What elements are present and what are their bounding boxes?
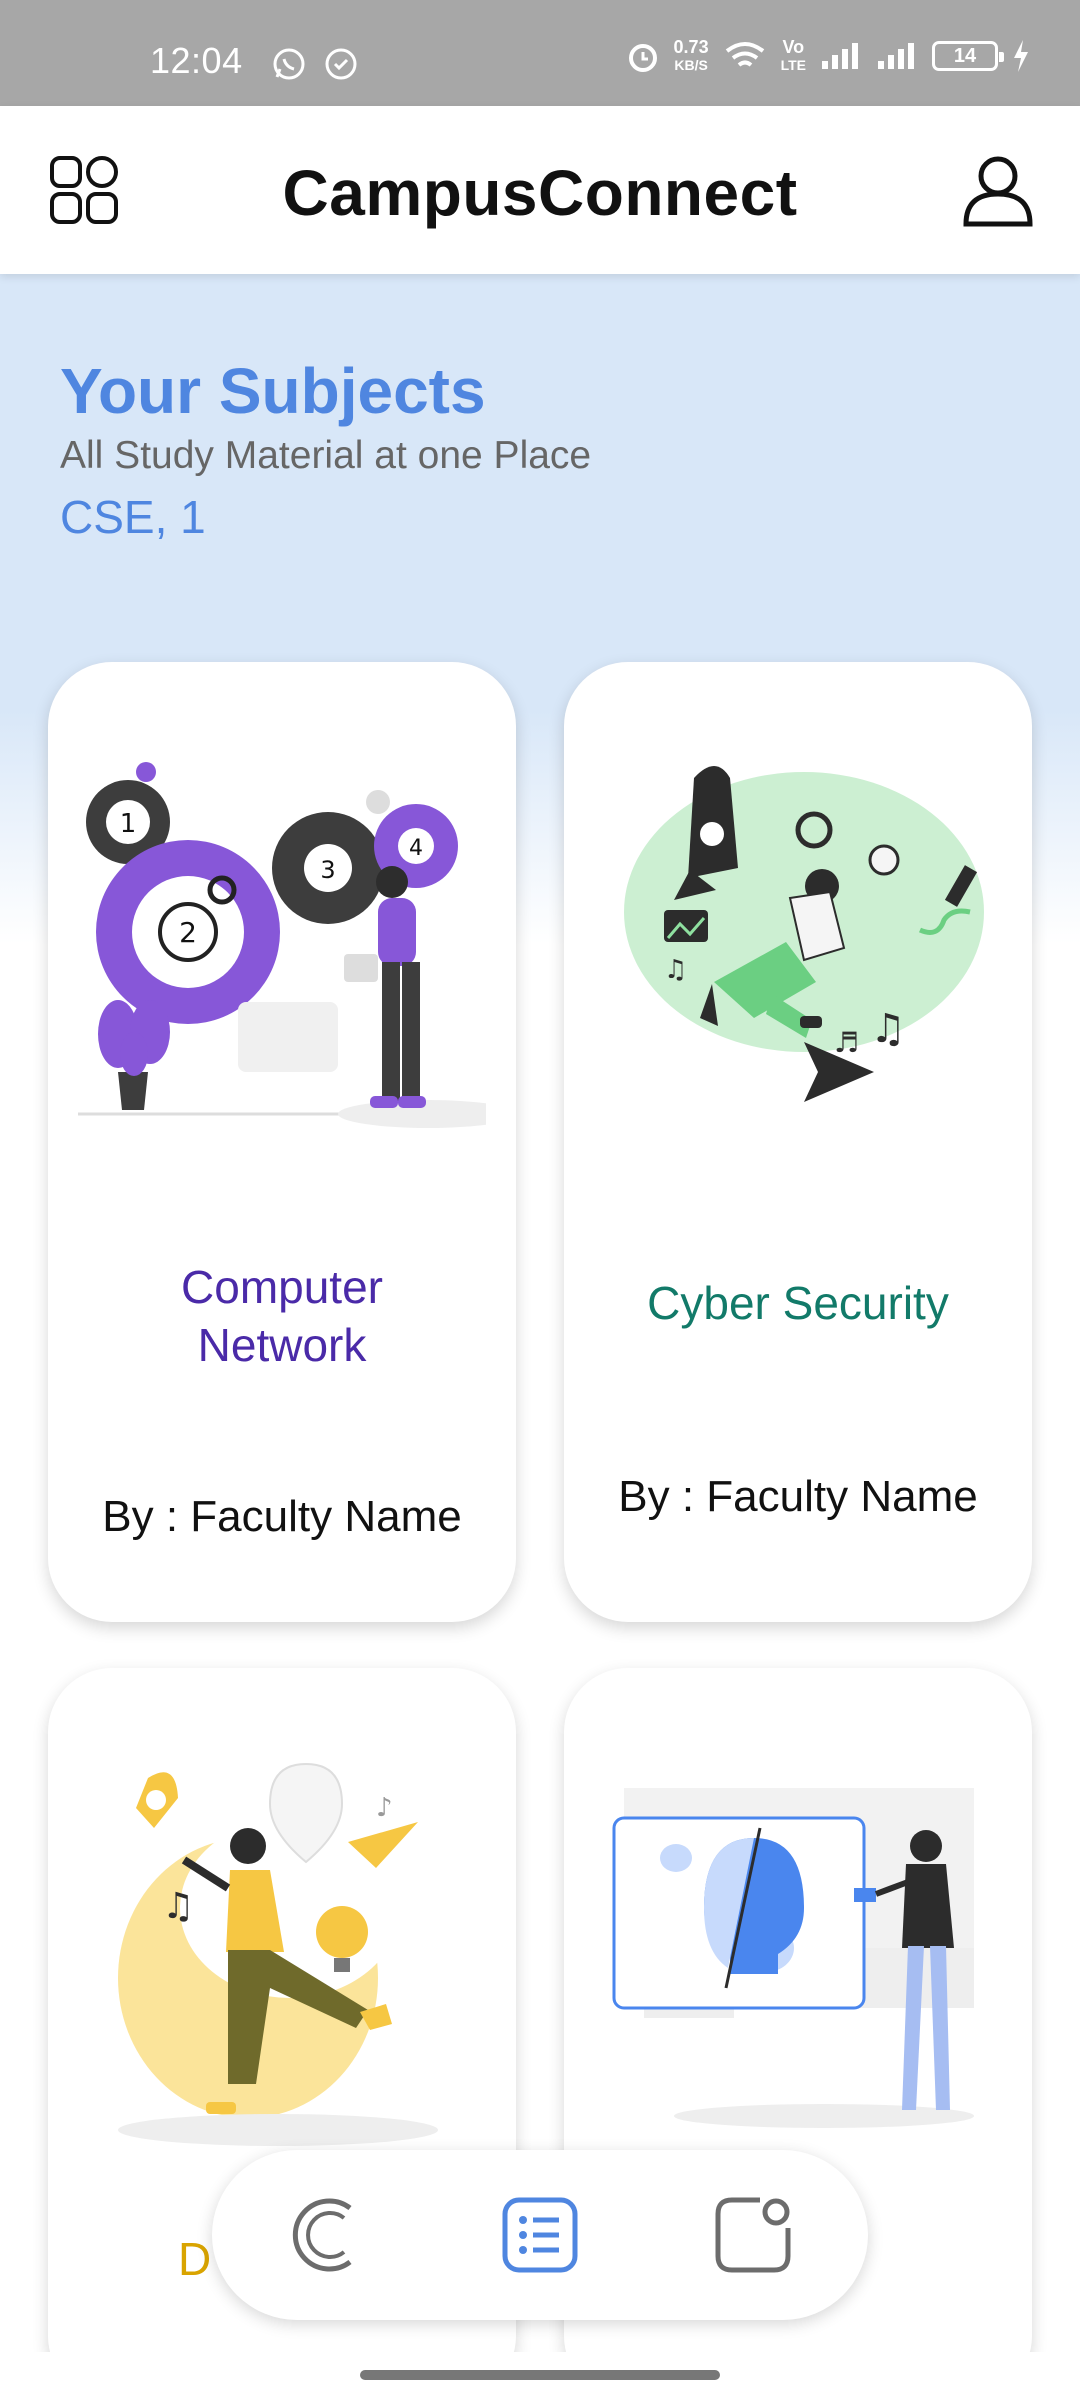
network-speed-value: 0.73 — [673, 37, 709, 57]
battery-indicator: 14 — [932, 41, 1004, 71]
svg-text:1: 1 — [120, 809, 137, 839]
subject-faculty: By : Faculty Name — [618, 1472, 978, 1521]
svg-text:♫: ♫ — [162, 1886, 194, 1927]
status-bar: 12:04 0.73 KB/S Vo LTE 14 — [0, 0, 1080, 106]
check-circle-icon — [325, 48, 357, 80]
svg-text:♫: ♫ — [664, 955, 687, 985]
user-icon — [963, 156, 1033, 227]
status-time: 12:04 — [150, 40, 243, 81]
app-title: CampusConnect — [282, 157, 798, 229]
page-subtitle: All Study Material at one Place — [60, 434, 592, 477]
innovation-rocket-illustration: ♫ ♬ ♫ — [624, 766, 984, 1102]
signal-icon-sim2 — [878, 43, 914, 69]
subject-title: Cyber Security — [647, 1277, 949, 1329]
bottom-navigation — [212, 2150, 868, 2320]
branch-semester: CSE, 1 — [60, 491, 206, 543]
alarm-icon — [628, 44, 657, 72]
app-bar: CampusConnect — [0, 106, 1080, 274]
svg-text:♫: ♫ — [870, 1006, 906, 1052]
wifi-icon — [725, 42, 764, 67]
subject-title: Computer Network — [48, 1258, 516, 1374]
subject-title-line-2: Network — [197, 1319, 367, 1371]
network-speed: 0.73 KB/S — [674, 38, 709, 74]
subject-title-line-1: Computer — [181, 1261, 383, 1313]
research-gears-illustration: 1 2 3 4 — [78, 762, 486, 1128]
signal-icon-sim1 — [822, 43, 858, 69]
notes-icon — [715, 2197, 791, 2273]
status-notifications — [272, 47, 358, 81]
svg-text:4: 4 — [409, 836, 423, 861]
charging-icon — [1014, 40, 1028, 72]
campus-c-icon — [292, 2198, 352, 2272]
status-system-icons: 0.73 KB/S Vo LTE 14 — [626, 38, 1030, 74]
battery-level: 14 — [953, 44, 977, 67]
creative-launch-illustration: ♫ ♪ — [118, 1762, 438, 2146]
svg-text:3: 3 — [320, 856, 335, 884]
subject-card-computer-network[interactable]: 1 2 3 4 Computer Network By: Faculty Na… — [48, 662, 516, 1622]
home-indicator[interactable] — [360, 2370, 720, 2380]
svg-text:♬: ♬ — [834, 1026, 859, 1059]
whatsapp-icon — [273, 48, 305, 80]
network-speed-unit: KB/S — [674, 57, 708, 73]
subject-title-partial: D — [178, 2233, 212, 2285]
nav-home[interactable] — [282, 2190, 372, 2280]
svg-text:♪: ♪ — [376, 1793, 393, 1823]
nav-notes[interactable] — [708, 2190, 798, 2280]
idea-whiteboard-illustration — [612, 1788, 974, 2128]
volte-top: Vo — [782, 37, 805, 57]
subject-faculty: By : Faculty Name — [102, 1492, 462, 1541]
list-icon — [502, 2197, 578, 2273]
volte-indicator: Vo LTE — [781, 38, 806, 74]
svg-text:2: 2 — [179, 916, 197, 949]
nav-subjects[interactable] — [495, 2190, 585, 2280]
profile-button[interactable] — [958, 150, 1038, 230]
volte-bottom: LTE — [780, 57, 806, 73]
subject-card-cyber-security[interactable]: ♫ ♬ ♫ Cyber Security By : Faculty Name — [564, 662, 1032, 1622]
page-title: Your Subjects — [60, 355, 486, 427]
